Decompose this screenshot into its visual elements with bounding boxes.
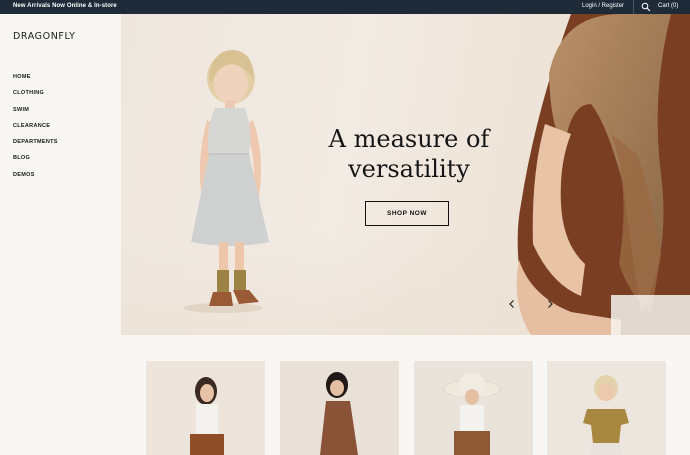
slider-nav xyxy=(611,295,690,335)
announcement-bar: New Arrivals Now Online & In-store Login… xyxy=(0,0,690,14)
hero-slideshow: A measure of versatility SHOP NOW xyxy=(121,14,690,335)
product-grid xyxy=(0,335,690,455)
product-card-1[interactable] xyxy=(146,361,265,455)
login-register-link[interactable]: Login / Register xyxy=(582,3,624,9)
hero-title-line-2: versatility xyxy=(348,155,470,183)
product-image-girl-brown-skirt[interactable] xyxy=(146,361,265,455)
hero-woman-image xyxy=(516,14,690,335)
topbar-divider xyxy=(633,0,634,14)
product-image-girl-sun-hat[interactable] xyxy=(414,361,533,455)
store-logo[interactable]: DRAGONFLY xyxy=(13,31,76,42)
nav-item-home[interactable]: HOME xyxy=(13,73,58,89)
nav-item-clearance[interactable]: CLEARANCE xyxy=(13,122,58,138)
product-image-girl-mustard-top[interactable] xyxy=(547,361,666,455)
nav-item-demos[interactable]: DEMOS xyxy=(13,171,58,187)
nav-item-blog[interactable]: BLOG xyxy=(13,154,58,170)
sidebar: DRAGONFLY HOME CLOTHING SWIM CLEARANCE D… xyxy=(0,14,121,334)
hero-title-line-1: A measure of xyxy=(328,125,490,153)
nav-item-clothing[interactable]: CLOTHING xyxy=(13,89,58,105)
product-card-2[interactable] xyxy=(280,361,399,455)
announcement-text: New Arrivals Now Online & In-store xyxy=(13,3,117,9)
shop-now-button[interactable]: SHOP NOW xyxy=(365,201,449,226)
nav-item-swim[interactable]: SWIM xyxy=(13,106,58,122)
product-card-3[interactable] xyxy=(414,361,533,455)
main-nav: HOME CLOTHING SWIM CLEARANCE DEPARTMENTS… xyxy=(13,73,58,187)
hero-title: A measure of versatility xyxy=(321,124,497,184)
cart-link[interactable]: Cart (0) xyxy=(658,3,678,9)
chevron-right-icon[interactable] xyxy=(545,296,555,308)
nav-item-departments[interactable]: DEPARTMENTS xyxy=(13,138,58,154)
chevron-left-icon[interactable] xyxy=(507,296,517,308)
search-icon[interactable] xyxy=(641,2,651,12)
product-card-4[interactable] xyxy=(547,361,666,455)
hero-child-image xyxy=(183,50,269,313)
product-image-girl-rust-dress[interactable] xyxy=(280,361,399,455)
